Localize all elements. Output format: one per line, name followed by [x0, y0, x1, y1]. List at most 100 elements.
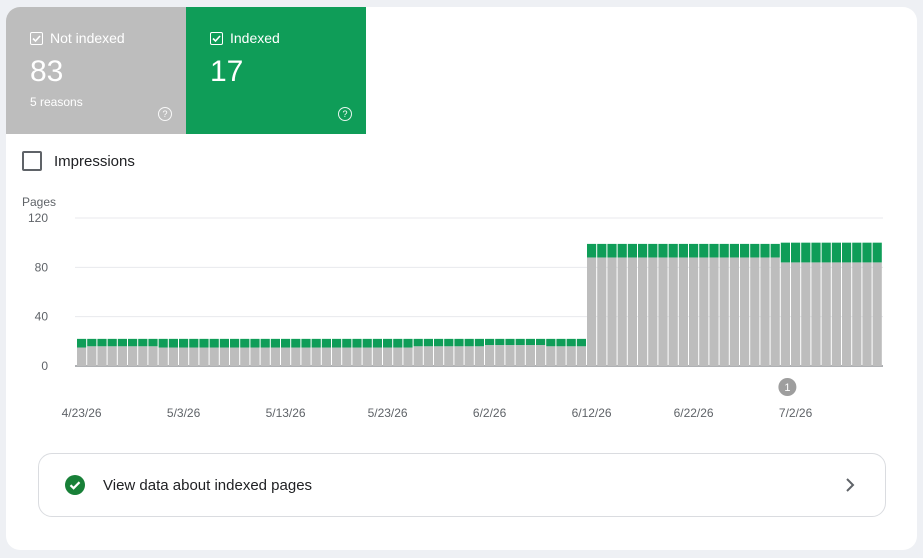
- bar-not-indexed[interactable]: [372, 347, 382, 367]
- bar-not-indexed[interactable]: [750, 257, 760, 366]
- bar-not-indexed[interactable]: [648, 257, 658, 366]
- bar-not-indexed[interactable]: [393, 347, 403, 367]
- bar-not-indexed[interactable]: [454, 346, 464, 366]
- bar-not-indexed[interactable]: [617, 257, 627, 366]
- bar-indexed[interactable]: [658, 243, 668, 258]
- bar-not-indexed[interactable]: [321, 347, 331, 367]
- bar-not-indexed[interactable]: [485, 345, 495, 366]
- bar-not-indexed[interactable]: [719, 257, 729, 366]
- bar-indexed[interactable]: [515, 338, 525, 346]
- bar-not-indexed[interactable]: [760, 257, 770, 366]
- bar-not-indexed[interactable]: [281, 347, 291, 367]
- bar-not-indexed[interactable]: [311, 347, 321, 367]
- bar-indexed[interactable]: [434, 338, 444, 347]
- bar-indexed[interactable]: [627, 243, 637, 258]
- bar-not-indexed[interactable]: [464, 346, 474, 366]
- bar-not-indexed[interactable]: [587, 257, 597, 366]
- bar-indexed[interactable]: [638, 243, 648, 258]
- bar-indexed[interactable]: [831, 242, 841, 263]
- bar-indexed[interactable]: [729, 243, 739, 258]
- bar-not-indexed[interactable]: [97, 346, 107, 366]
- bar-indexed[interactable]: [678, 243, 688, 258]
- bar-indexed[interactable]: [413, 338, 423, 347]
- bar-not-indexed[interactable]: [270, 347, 280, 367]
- bar-not-indexed[interactable]: [627, 257, 637, 366]
- bar-not-indexed[interactable]: [872, 262, 882, 366]
- bar-indexed[interactable]: [454, 338, 464, 347]
- bar-indexed[interactable]: [189, 338, 199, 348]
- bar-indexed[interactable]: [321, 338, 331, 348]
- bar-not-indexed[interactable]: [301, 347, 311, 367]
- bar-indexed[interactable]: [281, 338, 291, 348]
- bar-indexed[interactable]: [97, 338, 107, 347]
- bar-indexed[interactable]: [699, 243, 709, 258]
- not-indexed-tile[interactable]: Not indexed 83 5 reasons ?: [6, 7, 186, 134]
- bar-indexed[interactable]: [270, 338, 280, 348]
- bar-indexed[interactable]: [219, 338, 229, 348]
- bar-not-indexed[interactable]: [862, 262, 872, 366]
- bar-indexed[interactable]: [740, 243, 750, 258]
- bar-indexed[interactable]: [158, 338, 168, 348]
- bar-indexed[interactable]: [760, 243, 770, 258]
- bar-not-indexed[interactable]: [128, 346, 138, 366]
- bar-indexed[interactable]: [107, 338, 117, 347]
- bar-not-indexed[interactable]: [434, 346, 444, 366]
- bar-not-indexed[interactable]: [831, 262, 841, 366]
- indexed-toggle[interactable]: Indexed: [210, 30, 280, 46]
- bar-not-indexed[interactable]: [740, 257, 750, 366]
- bar-not-indexed[interactable]: [791, 262, 801, 366]
- bar-indexed[interactable]: [872, 242, 882, 263]
- bar-indexed[interactable]: [474, 338, 484, 347]
- bar-indexed[interactable]: [587, 243, 597, 258]
- bar-not-indexed[interactable]: [495, 345, 505, 366]
- bar-not-indexed[interactable]: [729, 257, 739, 366]
- bar-not-indexed[interactable]: [403, 347, 413, 367]
- bar-not-indexed[interactable]: [240, 347, 250, 367]
- bar-indexed[interactable]: [179, 338, 189, 348]
- bar-not-indexed[interactable]: [699, 257, 709, 366]
- bar-not-indexed[interactable]: [189, 347, 199, 367]
- bar-not-indexed[interactable]: [607, 257, 617, 366]
- bar-indexed[interactable]: [77, 338, 87, 348]
- bar-not-indexed[interactable]: [638, 257, 648, 366]
- bar-indexed[interactable]: [168, 338, 178, 348]
- help-icon[interactable]: ?: [338, 107, 352, 121]
- bar-indexed[interactable]: [648, 243, 658, 258]
- bar-indexed[interactable]: [546, 338, 556, 347]
- indexed-tile[interactable]: Indexed 17 ?: [186, 7, 366, 134]
- bar-indexed[interactable]: [811, 242, 821, 263]
- bar-indexed[interactable]: [525, 338, 535, 346]
- bar-indexed[interactable]: [260, 338, 270, 348]
- bar-not-indexed[interactable]: [342, 347, 352, 367]
- bar-not-indexed[interactable]: [709, 257, 719, 366]
- bar-not-indexed[interactable]: [423, 346, 433, 366]
- bar-indexed[interactable]: [709, 243, 719, 258]
- bar-indexed[interactable]: [352, 338, 362, 348]
- bar-not-indexed[interactable]: [413, 346, 423, 366]
- bar-indexed[interactable]: [485, 338, 495, 346]
- bar-indexed[interactable]: [250, 338, 260, 348]
- bar-indexed[interactable]: [801, 242, 811, 263]
- bar-not-indexed[interactable]: [658, 257, 668, 366]
- bar-not-indexed[interactable]: [842, 262, 852, 366]
- bar-not-indexed[interactable]: [179, 347, 189, 367]
- bar-indexed[interactable]: [332, 338, 342, 348]
- checkbox-checked-icon[interactable]: [210, 31, 223, 45]
- bar-indexed[interactable]: [403, 338, 413, 348]
- bar-indexed[interactable]: [464, 338, 474, 347]
- impressions-toggle[interactable]: Impressions: [22, 151, 135, 171]
- bar-not-indexed[interactable]: [515, 345, 525, 366]
- bar-indexed[interactable]: [291, 338, 301, 348]
- bar-not-indexed[interactable]: [87, 346, 97, 366]
- bar-not-indexed[interactable]: [168, 347, 178, 367]
- bar-indexed[interactable]: [117, 338, 127, 347]
- bar-not-indexed[interactable]: [77, 347, 87, 367]
- bar-not-indexed[interactable]: [260, 347, 270, 367]
- bar-indexed[interactable]: [230, 338, 240, 348]
- bar-not-indexed[interactable]: [230, 347, 240, 367]
- bar-indexed[interactable]: [138, 338, 148, 347]
- bar-not-indexed[interactable]: [148, 346, 158, 366]
- bar-not-indexed[interactable]: [444, 346, 454, 366]
- bar-indexed[interactable]: [780, 242, 790, 263]
- bar-indexed[interactable]: [821, 242, 831, 263]
